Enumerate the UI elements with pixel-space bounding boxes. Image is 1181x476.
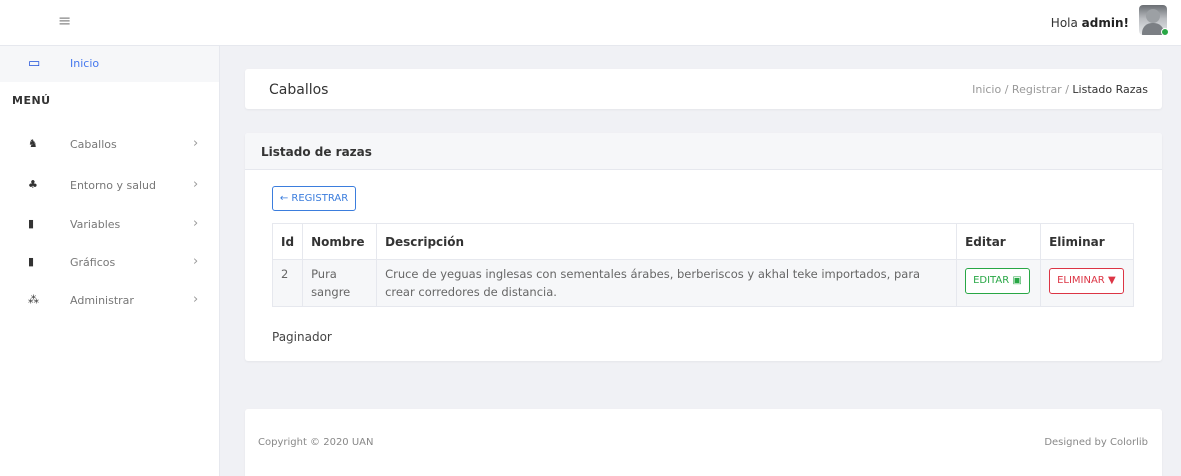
sidebar-item-label: Caballos — [70, 138, 117, 151]
menu-title: MENÚ — [12, 94, 51, 107]
cell-editar: EDITAR ▣ — [956, 259, 1042, 307]
sidebar: ▭ Inicio MENÚ ♞ Caballos › ♣ Entorno y s… — [0, 46, 220, 476]
users-icon: ⁂ — [28, 293, 39, 306]
breadcrumb-current: Listado Razas — [1072, 83, 1148, 96]
column-header-editar: Editar — [956, 223, 1042, 260]
file-icon: ▮ — [28, 217, 35, 230]
cell-eliminar: ELIMINAR ▼ — [1040, 259, 1134, 307]
trash-icon: ▼ — [1107, 275, 1116, 286]
breadcrumb: Inicio / Registrar / Listado Razas — [972, 83, 1148, 96]
sidebar-item-variables[interactable]: ▮ Variables › — [0, 206, 220, 242]
sidebar-item-caballos[interactable]: ♞ Caballos › — [0, 126, 220, 162]
hamburger-icon[interactable]: ≡ — [58, 11, 71, 30]
sidebar-item-label: Gráficos — [70, 256, 116, 269]
column-header-id: Id — [271, 223, 304, 260]
sidebar-item-label: Administrar — [70, 294, 134, 307]
chevron-right-icon: › — [193, 254, 199, 269]
top-bar: ≡ Hola admin! — [0, 0, 1181, 46]
breadcrumb-registrar[interactable]: Registrar — [1012, 83, 1062, 96]
page-title: Caballos — [269, 82, 329, 98]
column-header-eliminar: Eliminar — [1040, 223, 1134, 260]
sidebar-item-label: Entorno y salud — [70, 179, 156, 192]
table-row: 2 Pura sangre Cruce de yeguas inglesas c… — [271, 259, 1134, 307]
card-header: Listado de razas — [245, 133, 1162, 170]
greeting-user: admin! — [1081, 16, 1129, 30]
cell-descripcion: Cruce de yeguas inglesas con sementales … — [376, 259, 958, 307]
card-title: Listado de razas — [261, 145, 372, 159]
breeds-list-card: Listado de razas ← REGISTRAR Id Nombre D… — [245, 133, 1162, 361]
designed-by-text: Designed by Colorlib — [1044, 437, 1148, 448]
cell-nombre: Pura sangre — [302, 259, 378, 307]
delete-button[interactable]: ELIMINAR ▼ — [1049, 268, 1124, 294]
user-group-icon: ♣ — [28, 178, 38, 191]
breeds-table: Id Nombre Descripción Editar Eliminar 2 … — [271, 223, 1134, 307]
chevron-right-icon: › — [193, 216, 199, 231]
laptop-icon: ▭ — [28, 56, 41, 71]
sidebar-item-label: Inicio — [70, 57, 100, 70]
chevron-right-icon: › — [193, 136, 199, 151]
sidebar-item-label: Variables — [70, 218, 121, 231]
delete-button-label: ELIMINAR — [1057, 275, 1105, 286]
paginator: Paginador — [272, 330, 332, 344]
chevron-right-icon: › — [193, 292, 199, 307]
register-button[interactable]: ← REGISTRAR — [272, 186, 356, 211]
page-header-card: Caballos Inicio / Registrar / Listado Ra… — [245, 69, 1162, 109]
save-icon: ▣ — [1012, 275, 1022, 286]
sidebar-item-administrar[interactable]: ⁂ Administrar › — [0, 282, 220, 318]
horse-icon: ♞ — [28, 137, 38, 150]
cell-id: 2 — [271, 259, 304, 307]
copyright-text: Copyright © 2020 UAN — [258, 437, 374, 448]
greeting-prefix: Hola — [1050, 16, 1082, 30]
sidebar-item-graficos[interactable]: ▮ Gráficos › — [0, 244, 220, 280]
table-header-row: Id Nombre Descripción Editar Eliminar — [271, 223, 1134, 260]
chevron-right-icon: › — [193, 177, 199, 192]
footer: Copyright © 2020 UAN Designed by Colorli… — [245, 409, 1162, 476]
sidebar-item-entorno[interactable]: ♣ Entorno y salud › — [0, 167, 220, 203]
edit-button-label: EDITAR — [973, 275, 1010, 286]
user-greeting: Hola admin! — [1051, 16, 1129, 30]
online-status-dot — [1161, 28, 1169, 36]
breadcrumb-inicio[interactable]: Inicio — [972, 83, 1001, 96]
file-icon: ▮ — [28, 255, 35, 268]
column-header-descripcion: Descripción — [376, 223, 958, 260]
column-header-nombre: Nombre — [302, 223, 378, 260]
sidebar-item-inicio[interactable]: ▭ Inicio — [0, 46, 219, 82]
edit-button[interactable]: EDITAR ▣ — [965, 268, 1030, 294]
